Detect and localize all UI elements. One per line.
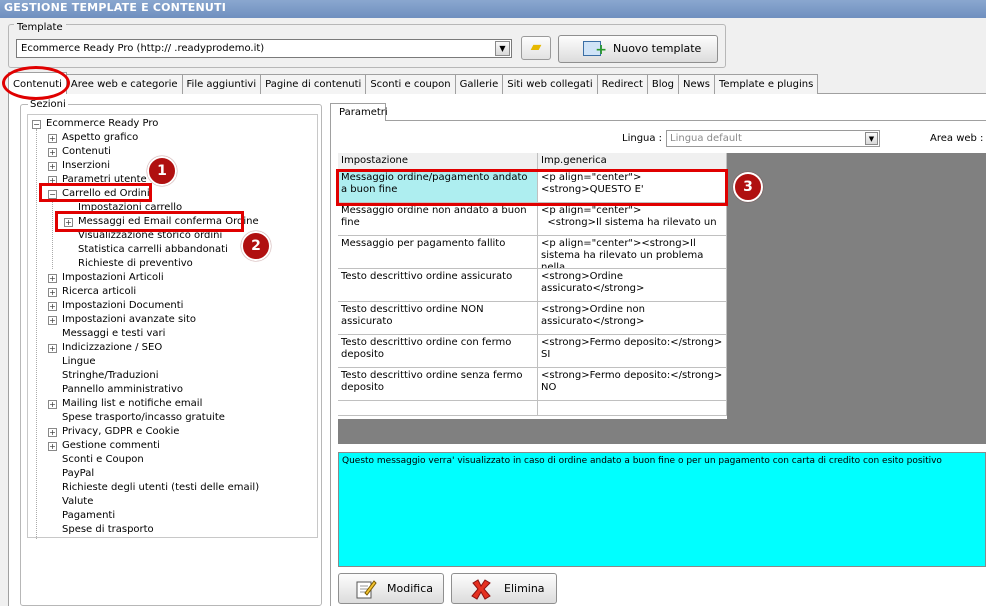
empty-cell[interactable]	[338, 401, 538, 416]
tree-guide-line	[52, 199, 53, 269]
tree-item[interactable]: Sconti e Coupon	[62, 454, 144, 466]
new-template-button[interactable]: Nuovo template	[558, 35, 718, 63]
tree-item[interactable]: Impostazioni Articoli	[62, 272, 164, 284]
callout-box-messaggi	[55, 211, 244, 232]
tree-item[interactable]: Richieste di preventivo	[78, 258, 193, 270]
tab-blog[interactable]: Blog	[646, 74, 679, 94]
callout-box-carrello	[39, 183, 152, 202]
tab-siti-web-collegati[interactable]: Siti web collegati	[502, 74, 598, 94]
column-header: Imp.generica	[538, 153, 727, 170]
setting-value-cell[interactable]: <p align="center"><strong>Il sistema ha …	[538, 236, 727, 269]
tab-pagine-di-contenuti[interactable]: Pagine di contenuti	[260, 74, 367, 94]
tree-item[interactable]: Richieste degli utenti (testi delle emai…	[62, 482, 259, 494]
tree-item[interactable]: Inserzioni	[62, 160, 110, 172]
tree-item[interactable]: Gestione commenti	[62, 440, 160, 452]
setting-name-cell[interactable]: Testo descrittivo ordine con fermo depos…	[338, 335, 538, 368]
template-group-label: Template	[14, 22, 66, 33]
main-tabs: Contenuti Aree web e categorie File aggiun…	[8, 72, 819, 94]
modify-label: Modifica	[387, 582, 433, 595]
tree-item[interactable]: Statistica carrelli abbandonati	[78, 244, 228, 256]
delete-label: Elimina	[504, 582, 545, 595]
tree-item[interactable]: Stringhe/Traduzioni	[62, 370, 159, 382]
setting-name-cell[interactable]: Testo descrittivo ordine NON assicurato	[338, 302, 538, 335]
modify-button[interactable]: Modifica	[338, 573, 444, 604]
open-folder-button[interactable]: ▰	[521, 36, 551, 60]
expand-icon[interactable]: +	[48, 428, 57, 437]
tab-gallerie[interactable]: Gallerie	[454, 74, 504, 94]
setting-name-cell[interactable]: Testo descrittivo ordine senza fermo dep…	[338, 368, 538, 401]
tab-redirect[interactable]: Redirect	[596, 74, 648, 94]
tree-item[interactable]: Spese trasporto/incasso gratuite	[62, 412, 225, 424]
folder-icon: ▰	[530, 39, 542, 55]
tree-item[interactable]: Privacy, GDPR e Cookie	[62, 426, 179, 438]
callout-box-row1	[336, 169, 728, 206]
chevron-down-icon[interactable]: ▼	[495, 41, 510, 56]
tree-item[interactable]: Spese di trasporto	[62, 524, 154, 536]
tree-item[interactable]: Mailing list e notifiche email	[62, 398, 202, 410]
lingua-select[interactable]: Lingua default ▼	[666, 130, 880, 147]
expand-icon[interactable]: +	[48, 400, 57, 409]
template-select[interactable]: Ecommerce Ready Pro (http:// .readyprode…	[16, 39, 512, 58]
callout-ellipse-contenuti	[2, 66, 70, 100]
delete-button[interactable]: Elimina	[451, 573, 557, 604]
setting-value-cell[interactable]: <p align="center"> <strong>Il sistema ha…	[538, 203, 727, 236]
lingua-select-value: Lingua default	[670, 133, 742, 144]
new-template-label: Nuovo template	[613, 42, 702, 55]
description-box: Questo messaggio verra' visualizzato in …	[338, 452, 986, 567]
tree-item[interactable]: Valute	[62, 496, 93, 508]
lingua-label: Lingua :	[622, 133, 663, 144]
tab-news[interactable]: News	[677, 74, 716, 94]
callout-badge-1: 1	[147, 156, 177, 186]
tab-template-e-plugins[interactable]: Template e plugins	[714, 74, 819, 94]
sections-label: Sezioni	[28, 99, 68, 110]
window-title: GESTIONE TEMPLATE E CONTENUTI	[0, 0, 986, 18]
expand-icon[interactable]: +	[48, 274, 57, 283]
expand-icon[interactable]: +	[48, 316, 57, 325]
expand-icon[interactable]: +	[48, 162, 57, 171]
area-web-label: Area web :	[930, 133, 984, 144]
tree-item[interactable]: Pannello amministrativo	[62, 384, 183, 396]
tree-item[interactable]: Messaggi e testi vari	[62, 328, 165, 340]
empty-cell[interactable]	[538, 401, 727, 416]
tree-item[interactable]: Pagamenti	[62, 510, 115, 522]
tree-item[interactable]: Ricerca articoli	[62, 286, 136, 298]
tree-item[interactable]: Ecommerce Ready Pro	[46, 118, 158, 130]
setting-name-cell[interactable]: Messaggio per pagamento fallito	[338, 236, 538, 269]
new-window-icon	[583, 37, 607, 63]
callout-badge-3: 3	[733, 172, 763, 202]
tab-file-aggiuntivi[interactable]: File aggiuntivi	[181, 74, 262, 94]
setting-value-cell[interactable]: <strong>Fermo deposito:</strong> SI	[538, 335, 727, 368]
tree-item[interactable]: Impostazioni avanzate sito	[62, 314, 196, 326]
expand-icon[interactable]: +	[48, 302, 57, 311]
tree-item[interactable]: Impostazioni Documenti	[62, 300, 183, 312]
column-header: Impostazione	[338, 153, 538, 170]
tree-item[interactable]: Indicizzazione / SEO	[62, 342, 162, 354]
setting-name-cell[interactable]: Testo descrittivo ordine assicurato	[338, 269, 538, 302]
tab-aree-web-e-categorie[interactable]: Aree web e categorie	[65, 74, 183, 94]
delete-x-icon	[471, 579, 491, 600]
expand-icon[interactable]: +	[48, 288, 57, 297]
setting-value-cell[interactable]: <strong>Fermo deposito:</strong> NO	[538, 368, 727, 401]
tree-item[interactable]: Contenuti	[62, 146, 111, 158]
tree-item[interactable]: PayPal	[62, 468, 94, 480]
tree-item[interactable]: Aspetto grafico	[62, 132, 138, 144]
tree-item[interactable]: Lingue	[62, 356, 96, 368]
expand-icon[interactable]: +	[48, 442, 57, 451]
tab-parametri[interactable]: Parametri	[330, 103, 388, 121]
callout-badge-2: 2	[241, 231, 271, 261]
setting-value-cell[interactable]: <strong>Ordine assicurato</strong>	[538, 269, 727, 302]
tab-sconti-e-coupon[interactable]: Sconti e coupon	[365, 74, 456, 94]
template-select-value: Ecommerce Ready Pro (http:// .readyprode…	[21, 43, 265, 54]
chevron-down-icon[interactable]: ▼	[865, 132, 878, 145]
expand-icon[interactable]: +	[48, 148, 57, 157]
tree-guide-line	[36, 129, 37, 539]
expand-icon[interactable]: +	[48, 344, 57, 353]
expand-icon[interactable]: +	[48, 134, 57, 143]
setting-name-cell[interactable]: Messaggio ordine non andato a buon fine	[338, 203, 538, 236]
collapse-icon[interactable]: −	[32, 120, 41, 129]
edit-icon	[356, 580, 377, 599]
setting-value-cell[interactable]: <strong>Ordine non assicurato</strong>	[538, 302, 727, 335]
